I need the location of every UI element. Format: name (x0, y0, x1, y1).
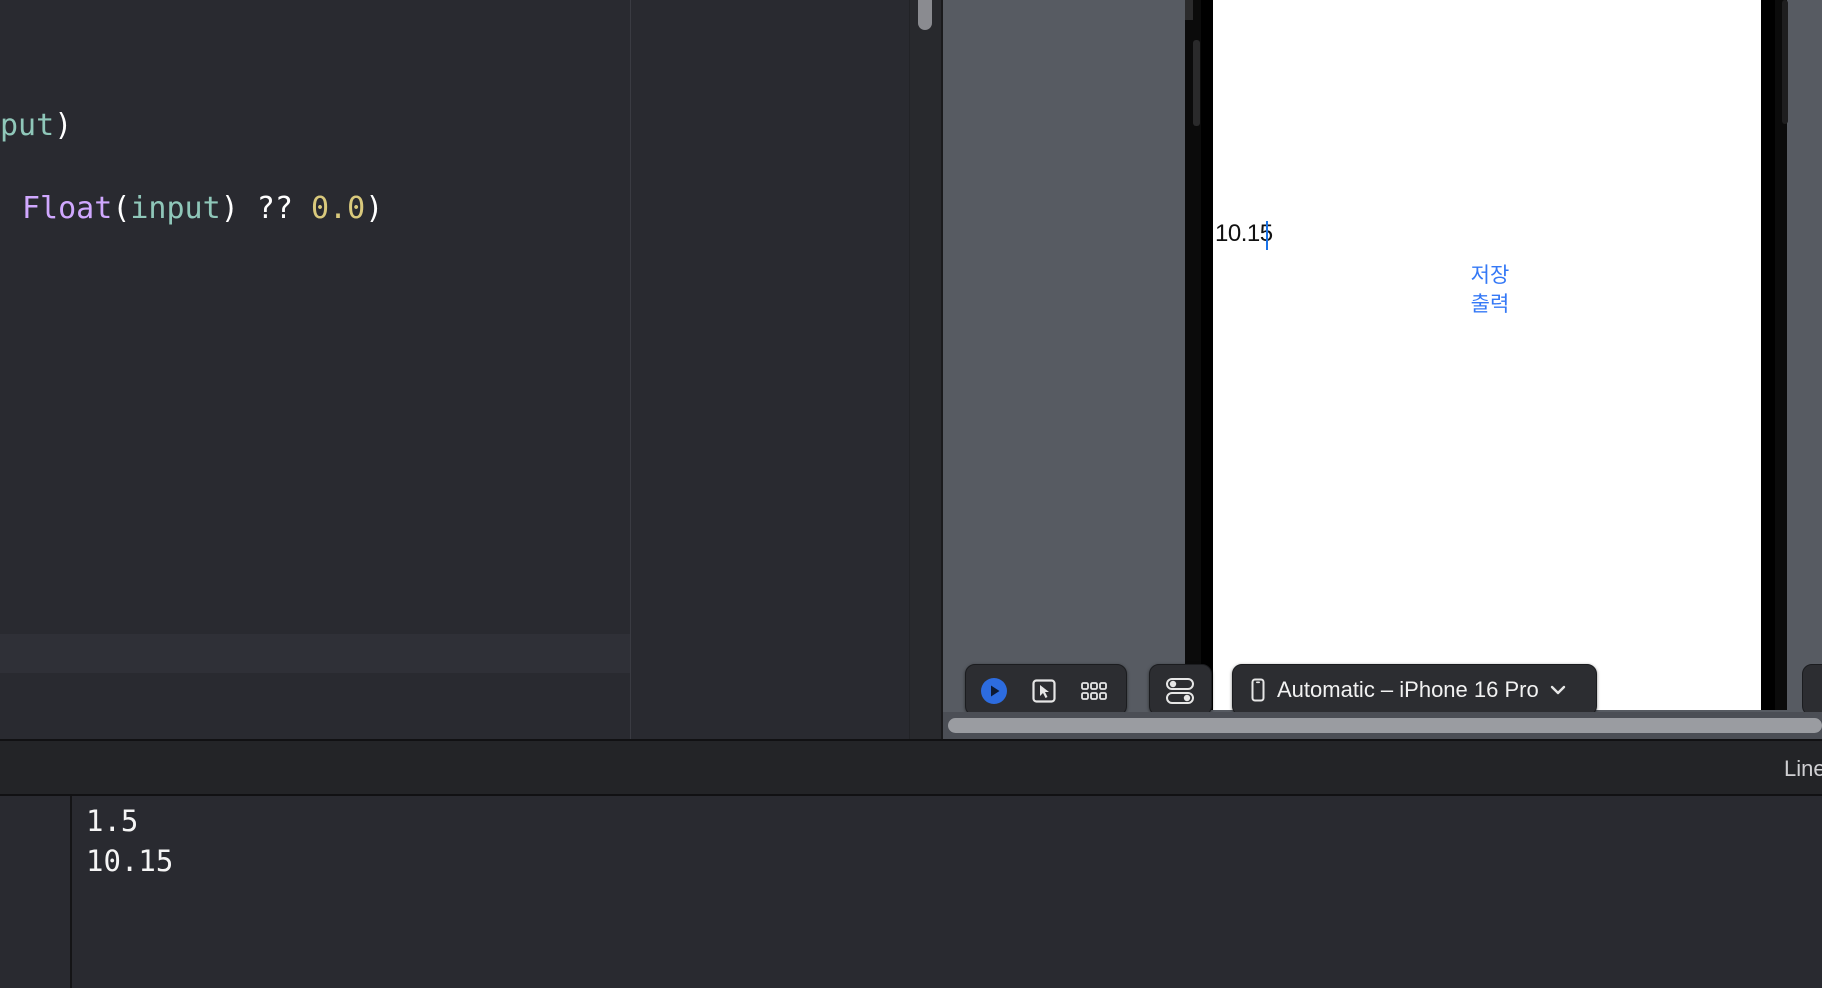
live-preview-button[interactable] (977, 675, 1011, 707)
device-side-button (1193, 40, 1200, 126)
minimap-separator (630, 0, 631, 739)
code-token-var: input (130, 191, 221, 226)
device-bezel-right (1761, 0, 1775, 710)
code-line-1[interactable]: put) (0, 106, 72, 146)
code-token-var: put (0, 108, 55, 143)
code-token-operator: ) ?? (220, 191, 311, 226)
console-line: 1.5 (86, 804, 139, 838)
device-settings-button[interactable] (1163, 675, 1197, 707)
selectable-mode-button[interactable] (1027, 675, 1061, 707)
device-screen (1213, 0, 1761, 710)
preview-settings-toolbar (1149, 664, 1212, 716)
code-token-number: 0.0 (311, 191, 366, 226)
code-token-paren: ( (112, 191, 131, 226)
preview-mode-toolbar (965, 664, 1127, 716)
current-line-highlight (0, 634, 631, 673)
device-side-button (1185, 0, 1193, 20)
toggles-icon (1166, 678, 1194, 704)
code-editor[interactable]: put) Float(input) ?? 0.0) (0, 0, 909, 739)
play-icon (981, 678, 1007, 704)
device-side-button (1782, 0, 1788, 124)
canvas-horizontal-scrollbar-thumb[interactable] (948, 718, 1822, 733)
number-text-field[interactable]: 10.15 (1215, 220, 1273, 248)
code-token-paren: ) (365, 191, 384, 226)
chevron-down-icon (1550, 685, 1565, 695)
variants-button[interactable] (1077, 675, 1111, 707)
text-cursor (1266, 221, 1268, 250)
editor-scrollbar-thumb[interactable] (918, 0, 932, 30)
cursor-select-icon (1032, 679, 1056, 703)
debug-bar: Line (0, 739, 1822, 796)
code-line-2[interactable]: Float(input) ?? 0.0) (22, 189, 383, 229)
device-picker[interactable]: Automatic – iPhone 16 Pro (1232, 664, 1597, 716)
device-bezel-left (1201, 0, 1213, 710)
line-indicator-label: Line (1784, 756, 1822, 781)
code-token-type: Float (22, 191, 113, 226)
iphone-icon (1251, 678, 1265, 702)
variables-view (0, 796, 71, 988)
print-button[interactable]: 출력 (1450, 288, 1530, 318)
code-token-paren: ) (54, 108, 73, 143)
console-line: 10.15 (86, 844, 174, 878)
console-output[interactable]: 1.5 10.15 (72, 796, 1822, 988)
save-button[interactable]: 저장 (1450, 259, 1530, 289)
editor-scrollbar[interactable] (909, 0, 941, 739)
zoom-controls-button[interactable] (1802, 664, 1822, 716)
device-picker-label: Automatic – iPhone 16 Pro (1277, 677, 1539, 702)
grid-icon (1081, 682, 1107, 700)
